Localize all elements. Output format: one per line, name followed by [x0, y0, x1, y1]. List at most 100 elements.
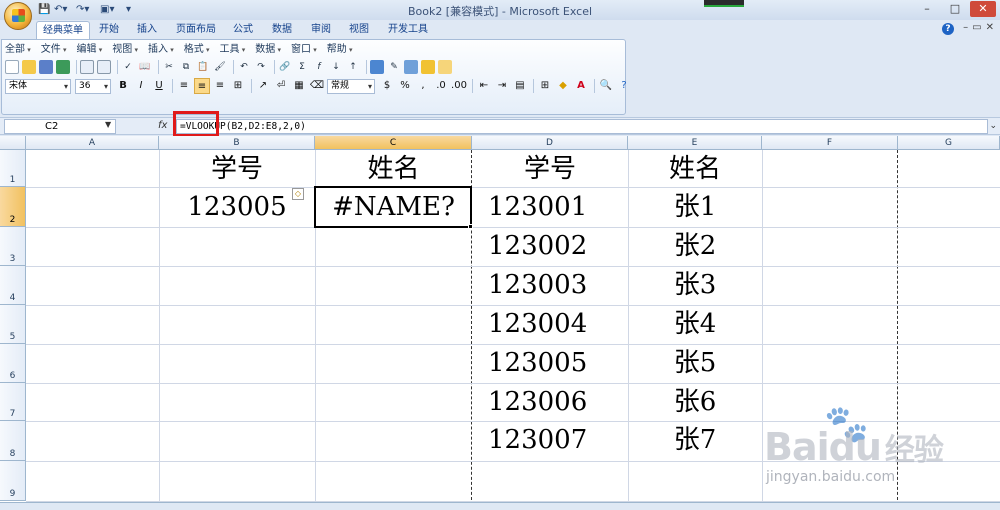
menu-edit[interactable]: 编辑 [77, 43, 103, 57]
insert-function-fx-button[interactable]: fx [158, 120, 167, 131]
currency-icon[interactable]: $ [379, 78, 395, 94]
tab-classic-menu[interactable]: 经典菜单 [36, 21, 90, 39]
menu-window[interactable]: 窗口 [291, 43, 317, 57]
undo-tb-icon[interactable]: ↶ [237, 60, 251, 74]
close-button[interactable]: ✕ [970, 1, 996, 17]
clear-format-icon[interactable]: ⌫ [309, 78, 325, 94]
copy-icon[interactable]: ⧉ [179, 60, 193, 74]
cell-d3[interactable]: 123002 [488, 227, 587, 265]
cell-e1[interactable]: 姓名 [628, 150, 762, 188]
tab-developer[interactable]: 开发工具 [382, 21, 434, 39]
align-center-icon[interactable]: ≡ [194, 78, 210, 94]
new-icon[interactable] [5, 60, 19, 74]
permission-icon[interactable] [56, 60, 70, 74]
row-header-6[interactable]: 6 [0, 344, 26, 383]
menu-data[interactable]: 数据 [255, 43, 281, 57]
tab-insert[interactable]: 插入 [131, 21, 163, 39]
row-header-8[interactable]: 8 [0, 421, 26, 461]
hyperlink-icon[interactable]: 🔗 [278, 60, 292, 74]
workbook-restore-icon[interactable]: ▭ [972, 22, 981, 33]
menu-format[interactable]: 格式 [184, 43, 210, 57]
row-header-5[interactable]: 5 [0, 305, 26, 344]
sheet-tab-bar[interactable] [0, 502, 1000, 510]
row-header-7[interactable]: 7 [0, 383, 26, 421]
tab-data[interactable]: 数据 [266, 21, 298, 39]
tab-page-layout[interactable]: 页面布局 [170, 21, 222, 39]
name-box-dropdown-icon[interactable]: ▼ [105, 120, 111, 129]
cell-e8[interactable]: 张7 [628, 421, 762, 459]
help-tb-icon[interactable]: ? [616, 78, 632, 94]
chart-icon[interactable] [370, 60, 384, 74]
wrap-text-icon[interactable]: ⏎ [273, 78, 289, 94]
menu-view[interactable]: 视图 [112, 43, 138, 57]
workbook-minimize-icon[interactable]: – [963, 22, 968, 33]
select-all-corner[interactable] [0, 136, 26, 150]
folder-icon[interactable] [438, 60, 452, 74]
autosum-icon[interactable]: Σ [295, 60, 309, 74]
tab-home[interactable]: 开始 [93, 21, 125, 39]
print-icon[interactable] [80, 60, 94, 74]
number-format-combo[interactable]: 常规 [327, 78, 375, 94]
office-button[interactable] [4, 2, 32, 30]
redo-tb-icon[interactable]: ↷ [254, 60, 268, 74]
tab-view[interactable]: 视图 [343, 21, 375, 39]
fill-handle[interactable] [468, 224, 473, 229]
menu-tools[interactable]: 工具 [220, 43, 246, 57]
fill-style-icon[interactable] [421, 60, 435, 74]
print-preview-icon[interactable] [97, 60, 111, 74]
percent-button[interactable]: % [397, 78, 413, 94]
menu-file[interactable]: 文件 [41, 43, 67, 57]
cell-d6[interactable]: 123005 [488, 344, 587, 382]
fill-color-icon[interactable]: ◆ [555, 78, 571, 94]
align-right-icon[interactable]: ≡ [212, 78, 228, 94]
cell-d5[interactable]: 123004 [488, 305, 587, 343]
cell-d1[interactable]: 学号 [472, 150, 628, 188]
tab-review[interactable]: 审阅 [305, 21, 337, 39]
cell-style-icon[interactable]: ▦ [291, 78, 307, 94]
comma-button[interactable]: , [415, 78, 431, 94]
column-header-f[interactable]: F [762, 136, 898, 150]
spelling-icon[interactable]: ✓ [121, 60, 135, 74]
bold-button[interactable]: B [115, 78, 131, 94]
column-header-e[interactable]: E [628, 136, 762, 150]
align-left-icon[interactable]: ≡ [176, 78, 192, 94]
table-icon[interactable] [404, 60, 418, 74]
minimize-button[interactable]: – [914, 1, 940, 17]
cut-icon[interactable]: ✂ [162, 60, 176, 74]
cell-d7[interactable]: 123006 [488, 383, 587, 421]
styles-icon[interactable]: ▤ [512, 78, 528, 94]
column-header-a[interactable]: A [26, 136, 159, 150]
cell-b1[interactable]: 学号 [159, 150, 315, 188]
italic-button[interactable]: I [133, 78, 149, 94]
insert-function-icon[interactable]: f [312, 60, 326, 74]
column-header-g[interactable]: G [898, 136, 1000, 150]
increase-decimal-icon[interactable]: .0 [433, 78, 449, 94]
decrease-indent-icon[interactable]: ⇤ [476, 78, 492, 94]
workbook-close-icon[interactable]: ✕ [986, 22, 994, 33]
row-header-3[interactable]: 3 [0, 227, 26, 266]
cell-d4[interactable]: 123003 [488, 266, 587, 304]
borders-icon[interactable]: ⊞ [537, 78, 553, 94]
open-icon[interactable] [22, 60, 36, 74]
cell-d2[interactable]: 123001 [488, 188, 587, 226]
font-color-icon[interactable]: A [573, 78, 589, 94]
cell-d8[interactable]: 123007 [488, 421, 587, 459]
expand-formula-bar-icon[interactable]: ⌄ [989, 121, 997, 131]
merge-center-icon[interactable]: ⊞ [230, 78, 246, 94]
menu-insert[interactable]: 插入 [148, 43, 174, 57]
row-header-9[interactable]: 9 [0, 461, 26, 501]
save-tb-icon[interactable] [39, 60, 53, 74]
format-painter-icon[interactable]: 🖌 [213, 60, 227, 74]
sort-ascending-icon[interactable]: ↓ [329, 60, 343, 74]
underline-button[interactable]: U [151, 78, 167, 94]
column-header-b[interactable]: B [159, 136, 315, 150]
cell-e2[interactable]: 张1 [628, 188, 762, 226]
column-header-d[interactable]: D [472, 136, 628, 150]
font-size-combo[interactable]: 36 [75, 78, 111, 94]
cell-e5[interactable]: 张4 [628, 305, 762, 343]
cell-e4[interactable]: 张3 [628, 266, 762, 304]
increase-indent-icon[interactable]: ⇥ [494, 78, 510, 94]
research-icon[interactable]: 📖 [138, 60, 152, 74]
sort-descending-icon[interactable]: ↑ [346, 60, 360, 74]
error-check-icon[interactable]: ◇ [292, 188, 304, 200]
